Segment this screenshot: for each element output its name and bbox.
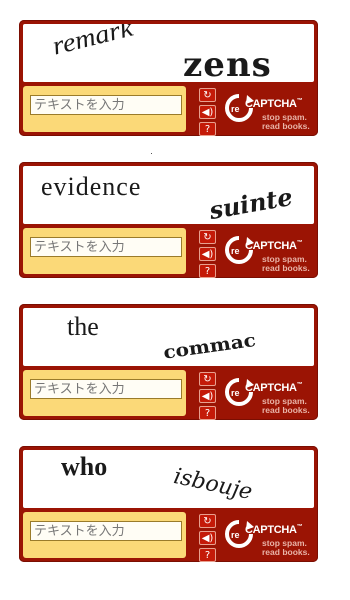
reload-button[interactable]: ↻ <box>199 230 216 244</box>
captcha-word-right: commac <box>161 328 258 364</box>
help-icon: ? <box>204 266 211 277</box>
answer-panel <box>23 228 186 274</box>
brand-name: CAPTCHA™ <box>245 98 303 110</box>
tagline-line-2: read books. <box>262 547 310 557</box>
recaptcha-logo: re CAPTCHA™ stop spam. read books. <box>223 516 315 558</box>
tagline-line-2: read books. <box>262 405 310 415</box>
reload-button[interactable]: ↻ <box>199 372 216 386</box>
audio-button[interactable]: ◀) <box>199 389 216 403</box>
answer-panel <box>23 512 186 558</box>
captcha-controls: ↻ ◀) ? <box>199 372 219 423</box>
recaptcha-logo: re CAPTCHA™ stop spam. read books. <box>223 90 315 132</box>
brand-re: re <box>231 246 240 256</box>
captcha-word-right: zens <box>183 45 272 82</box>
captcha-word-right: isbouje <box>171 464 255 506</box>
help-icon: ? <box>204 124 211 135</box>
refresh-icon: ↻ <box>203 374 212 385</box>
captcha-word-left: evidence <box>41 172 142 201</box>
brand-name-text: CAPTCHA <box>245 524 297 536</box>
recaptcha-widget: who isbouje ↻ ◀) ? re CAPTCHA™ stop spam… <box>19 446 318 562</box>
brand-tagline: stop spam. read books. <box>262 397 310 415</box>
audio-button[interactable]: ◀) <box>199 105 216 119</box>
captcha-controls: ↻ ◀) ? <box>199 514 219 565</box>
captcha-challenge-image: evidence suinte <box>23 166 314 224</box>
answer-input[interactable] <box>30 95 182 115</box>
reload-button[interactable]: ↻ <box>199 514 216 528</box>
brand-re: re <box>231 104 240 114</box>
tagline-line-2: read books. <box>262 263 310 273</box>
brand-name-text: CAPTCHA <box>245 382 297 394</box>
brand-tm: ™ <box>296 240 303 246</box>
recaptcha-widget: remark zens ↻ ◀) ? re CAPTCHA™ stop spam… <box>19 20 318 136</box>
brand-name: CAPTCHA™ <box>245 524 303 536</box>
help-button[interactable]: ? <box>199 406 216 420</box>
recaptcha-widget: evidence suinte ↻ ◀) ? re CAPTCHA™ stop … <box>19 162 318 278</box>
captcha-word-left: remark <box>49 24 136 61</box>
speaker-icon: ◀) <box>201 107 214 118</box>
recaptcha-widget: the commac ↻ ◀) ? re CAPTCHA™ stop spam.… <box>19 304 318 420</box>
captcha-challenge-image: who isbouje <box>23 450 314 508</box>
brand-tagline: stop spam. read books. <box>262 113 310 131</box>
captcha-controls: ↻ ◀) ? <box>199 88 219 139</box>
answer-panel <box>23 86 186 132</box>
refresh-icon: ↻ <box>203 516 212 527</box>
captcha-word-right: suinte <box>207 181 295 224</box>
refresh-icon: ↻ <box>203 232 212 243</box>
help-button[interactable]: ? <box>199 548 216 562</box>
captcha-challenge-image: remark zens <box>23 24 314 82</box>
audio-button[interactable]: ◀) <box>199 247 216 261</box>
brand-name: CAPTCHA™ <box>245 240 303 252</box>
help-button[interactable]: ? <box>199 264 216 278</box>
brand-tm: ™ <box>296 382 303 388</box>
help-icon: ? <box>204 550 211 561</box>
tagline-line-2: read books. <box>262 121 310 131</box>
help-icon: ? <box>204 408 211 419</box>
help-button[interactable]: ? <box>199 122 216 136</box>
brand-re: re <box>231 530 240 540</box>
speaker-icon: ◀) <box>201 391 214 402</box>
answer-panel <box>23 370 186 416</box>
answer-input[interactable] <box>30 521 182 541</box>
brand-tagline: stop spam. read books. <box>262 539 310 557</box>
stray-dot <box>151 153 152 154</box>
captcha-controls: ↻ ◀) ? <box>199 230 219 281</box>
brand-tagline: stop spam. read books. <box>262 255 310 273</box>
captcha-word-left: the <box>67 312 99 341</box>
recaptcha-logo: re CAPTCHA™ stop spam. read books. <box>223 374 315 416</box>
brand-tm: ™ <box>296 524 303 530</box>
captcha-word-left: who <box>61 452 108 481</box>
audio-button[interactable]: ◀) <box>199 531 216 545</box>
brand-tm: ™ <box>296 98 303 104</box>
speaker-icon: ◀) <box>201 533 214 544</box>
reload-button[interactable]: ↻ <box>199 88 216 102</box>
answer-input[interactable] <box>30 379 182 399</box>
brand-name-text: CAPTCHA <box>245 240 297 252</box>
captcha-challenge-image: the commac <box>23 308 314 366</box>
recaptcha-logo: re CAPTCHA™ stop spam. read books. <box>223 232 315 274</box>
brand-re: re <box>231 388 240 398</box>
brand-name: CAPTCHA™ <box>245 382 303 394</box>
speaker-icon: ◀) <box>201 249 214 260</box>
answer-input[interactable] <box>30 237 182 257</box>
refresh-icon: ↻ <box>203 90 212 101</box>
brand-name-text: CAPTCHA <box>245 98 297 110</box>
